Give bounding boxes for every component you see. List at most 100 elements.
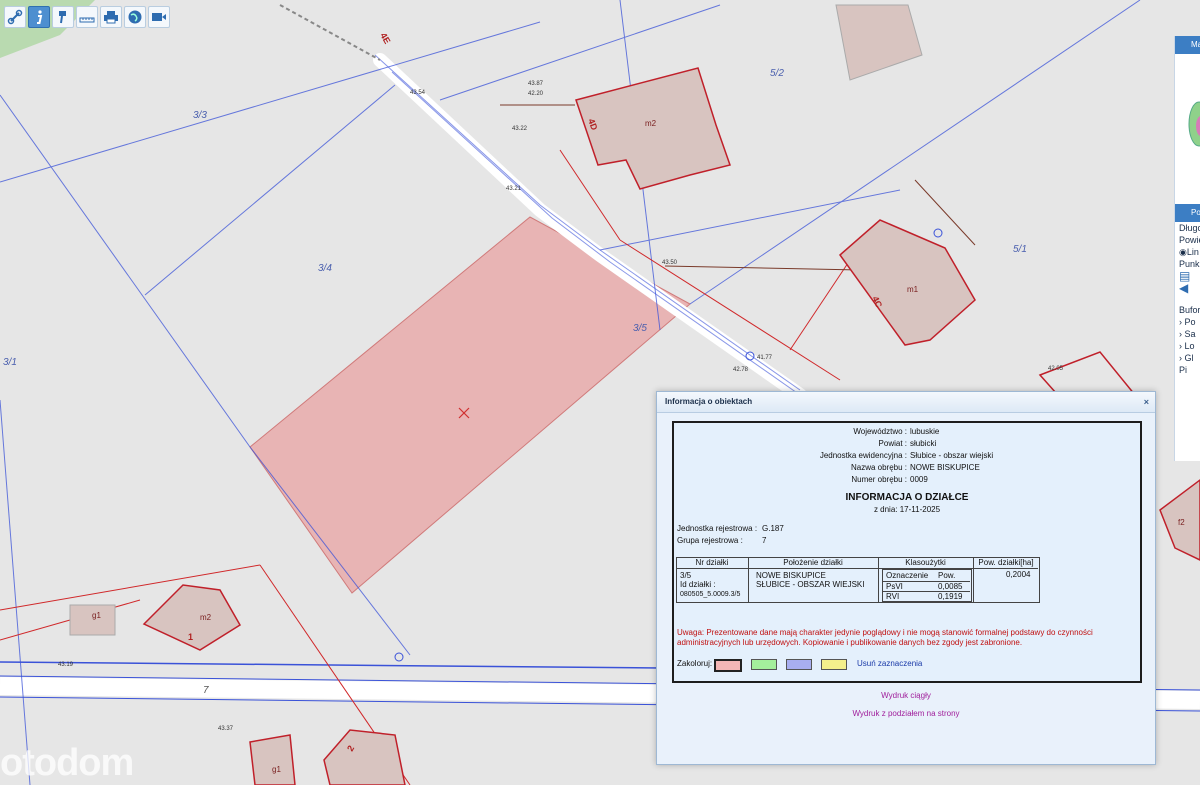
county-label: Powiat : bbox=[878, 439, 907, 448]
measure-icon bbox=[79, 17, 95, 23]
color-swatch-green[interactable] bbox=[751, 659, 777, 670]
svg-text:7: 7 bbox=[203, 685, 209, 696]
disclaimer-text: Uwaga: Prezentowane dane mają charakter … bbox=[677, 628, 1093, 647]
print-continuous-link[interactable]: Wydruk ciągły bbox=[657, 691, 1155, 700]
svg-text:42.05: 42.05 bbox=[1048, 366, 1064, 372]
col-land-class: Klasoużytki bbox=[905, 558, 946, 567]
class-area-1: 0,0085 bbox=[938, 582, 963, 591]
color-swatch-blue[interactable] bbox=[786, 659, 812, 670]
side-row-area: Powie bbox=[1179, 235, 1200, 245]
svg-text:5/1: 5/1 bbox=[1013, 244, 1027, 255]
side-row-buffer[interactable]: Bufor[ bbox=[1175, 304, 1200, 316]
chevron-right-icon: › bbox=[1179, 317, 1182, 327]
svg-text:3/4: 3/4 bbox=[318, 263, 332, 274]
parcel-report: Województwo : lubuskie Powiat : słubicki… bbox=[672, 421, 1142, 683]
side-link-2-label: Sa bbox=[1184, 329, 1196, 339]
identify-tool-button[interactable] bbox=[52, 6, 74, 28]
registry-group-value: 7 bbox=[762, 536, 767, 545]
report-date: z dnia: 17-11-2025 bbox=[873, 505, 941, 514]
side-link-1-label: Po bbox=[1184, 317, 1196, 327]
info-icon bbox=[37, 10, 43, 24]
measure-tool-button[interactable] bbox=[76, 6, 98, 28]
voivodeship-label: Województwo : bbox=[853, 427, 907, 436]
side-row-line-option[interactable]: ◉Lin bbox=[1175, 246, 1200, 258]
side-link-4[interactable]: › Gl bbox=[1175, 352, 1200, 364]
print-icon bbox=[104, 11, 118, 24]
registry-group-label: Grupa rejestrowa : bbox=[677, 536, 743, 545]
svg-text:g1: g1 bbox=[92, 611, 101, 620]
svg-text:f2: f2 bbox=[1178, 518, 1185, 527]
side-row-length: Długo bbox=[1179, 223, 1200, 233]
precinct-name-value: NOWE BISKUPICE bbox=[910, 463, 980, 472]
building-g1-bottom bbox=[249, 734, 296, 785]
parcel-id-value: 080505_5.0009.3/5 bbox=[680, 591, 741, 598]
print-tool-button[interactable] bbox=[100, 6, 122, 28]
info-dialog: Informacja o obiektach × Województwo : l… bbox=[656, 391, 1156, 765]
link-icon bbox=[7, 9, 23, 25]
side-panel-header-position[interactable]: Po bbox=[1175, 204, 1200, 222]
side-link-5[interactable]: Pi bbox=[1175, 364, 1200, 376]
svg-text:42.20: 42.20 bbox=[528, 91, 544, 97]
color-swatch-red[interactable] bbox=[714, 659, 742, 672]
registry-unit-value: G.187 bbox=[762, 524, 784, 533]
close-icon[interactable]: × bbox=[1144, 392, 1149, 412]
svg-text:43.21: 43.21 bbox=[506, 186, 522, 192]
watermark-logo: otodom bbox=[0, 742, 134, 784]
side-panel-header-map[interactable]: Ma bbox=[1175, 36, 1200, 54]
video-tool-button[interactable] bbox=[148, 6, 170, 28]
arrow-left-icon[interactable]: ◀ bbox=[1175, 282, 1200, 294]
chevron-right-icon: › bbox=[1179, 341, 1182, 351]
side-row-line-label: Lin bbox=[1186, 247, 1199, 257]
class-area-2: 0,1919 bbox=[938, 592, 963, 601]
overview-map[interactable] bbox=[1175, 54, 1200, 204]
class-col-code: Oznaczenie bbox=[886, 571, 929, 580]
svg-text:3/1: 3/1 bbox=[3, 357, 17, 368]
col-parcel-no: Nr działki bbox=[695, 558, 729, 567]
side-link-1[interactable]: › Po bbox=[1175, 316, 1200, 328]
print-pages-link[interactable]: Wydruk z podziałem na strony bbox=[657, 709, 1155, 718]
overview-map-thumbnail bbox=[1188, 101, 1200, 147]
info-tool-button[interactable] bbox=[28, 6, 50, 28]
globe-icon bbox=[128, 10, 142, 24]
svg-text:43.37: 43.37 bbox=[218, 726, 234, 732]
side-link-3-label: Lo bbox=[1184, 341, 1195, 351]
link-tool-button[interactable] bbox=[4, 6, 26, 28]
globe-tool-button[interactable] bbox=[124, 6, 146, 28]
video-icon bbox=[152, 13, 166, 21]
svg-text:43.19: 43.19 bbox=[58, 662, 74, 668]
voivodeship-value: lubuskie bbox=[910, 427, 940, 436]
report-title: INFORMACJA O DZIAŁCE bbox=[845, 492, 969, 503]
dialog-titlebar[interactable]: Informacja o obiektach × bbox=[657, 392, 1155, 413]
svg-text:42.78: 42.78 bbox=[733, 367, 749, 373]
svg-text:3/3: 3/3 bbox=[193, 110, 207, 121]
svg-text:g1: g1 bbox=[272, 765, 281, 774]
svg-text:m2: m2 bbox=[645, 119, 657, 128]
parcel-number: 3/5 bbox=[680, 571, 692, 580]
identify-icon bbox=[59, 11, 66, 24]
color-label: Zakoloruj: bbox=[677, 659, 713, 668]
chevron-right-icon: › bbox=[1179, 353, 1182, 363]
col-area: Pow. działki[ha] bbox=[978, 558, 1034, 567]
svg-text:1: 1 bbox=[188, 632, 193, 642]
svg-text:m2: m2 bbox=[200, 613, 212, 622]
class-code-2: RVI bbox=[886, 592, 900, 601]
map-toolbar bbox=[4, 6, 170, 28]
clear-selection-link[interactable]: Usuń zaznaczenia bbox=[857, 659, 922, 668]
svg-text:m1: m1 bbox=[907, 285, 919, 294]
location-line1: NOWE BISKUPICE bbox=[756, 571, 826, 580]
chevron-right-icon: › bbox=[1179, 329, 1182, 339]
side-link-2[interactable]: › Sa bbox=[1175, 328, 1200, 340]
svg-text:41.77: 41.77 bbox=[757, 355, 773, 361]
precinct-number-value: 0009 bbox=[910, 475, 928, 484]
svg-text:43.50: 43.50 bbox=[662, 260, 678, 266]
class-code-1: PsVI bbox=[886, 582, 903, 591]
color-swatch-yellow[interactable] bbox=[821, 659, 847, 670]
radio-icon[interactable]: ◉ bbox=[1179, 247, 1187, 257]
side-link-3[interactable]: › Lo bbox=[1175, 340, 1200, 352]
svg-text:5/2: 5/2 bbox=[770, 68, 784, 79]
precinct-number-label: Numer obrębu : bbox=[851, 475, 907, 484]
side-panel: Ma Po Długo Powie ◉Lin Punk ▤ ◀ Bufor[ ›… bbox=[1174, 36, 1200, 461]
parcel-total-area: 0,2004 bbox=[1006, 570, 1031, 579]
unit-label: Jednostka ewidencyjna : bbox=[819, 451, 907, 460]
location-line2: SŁUBICE - OBSZAR WIEJSKI bbox=[756, 580, 865, 589]
